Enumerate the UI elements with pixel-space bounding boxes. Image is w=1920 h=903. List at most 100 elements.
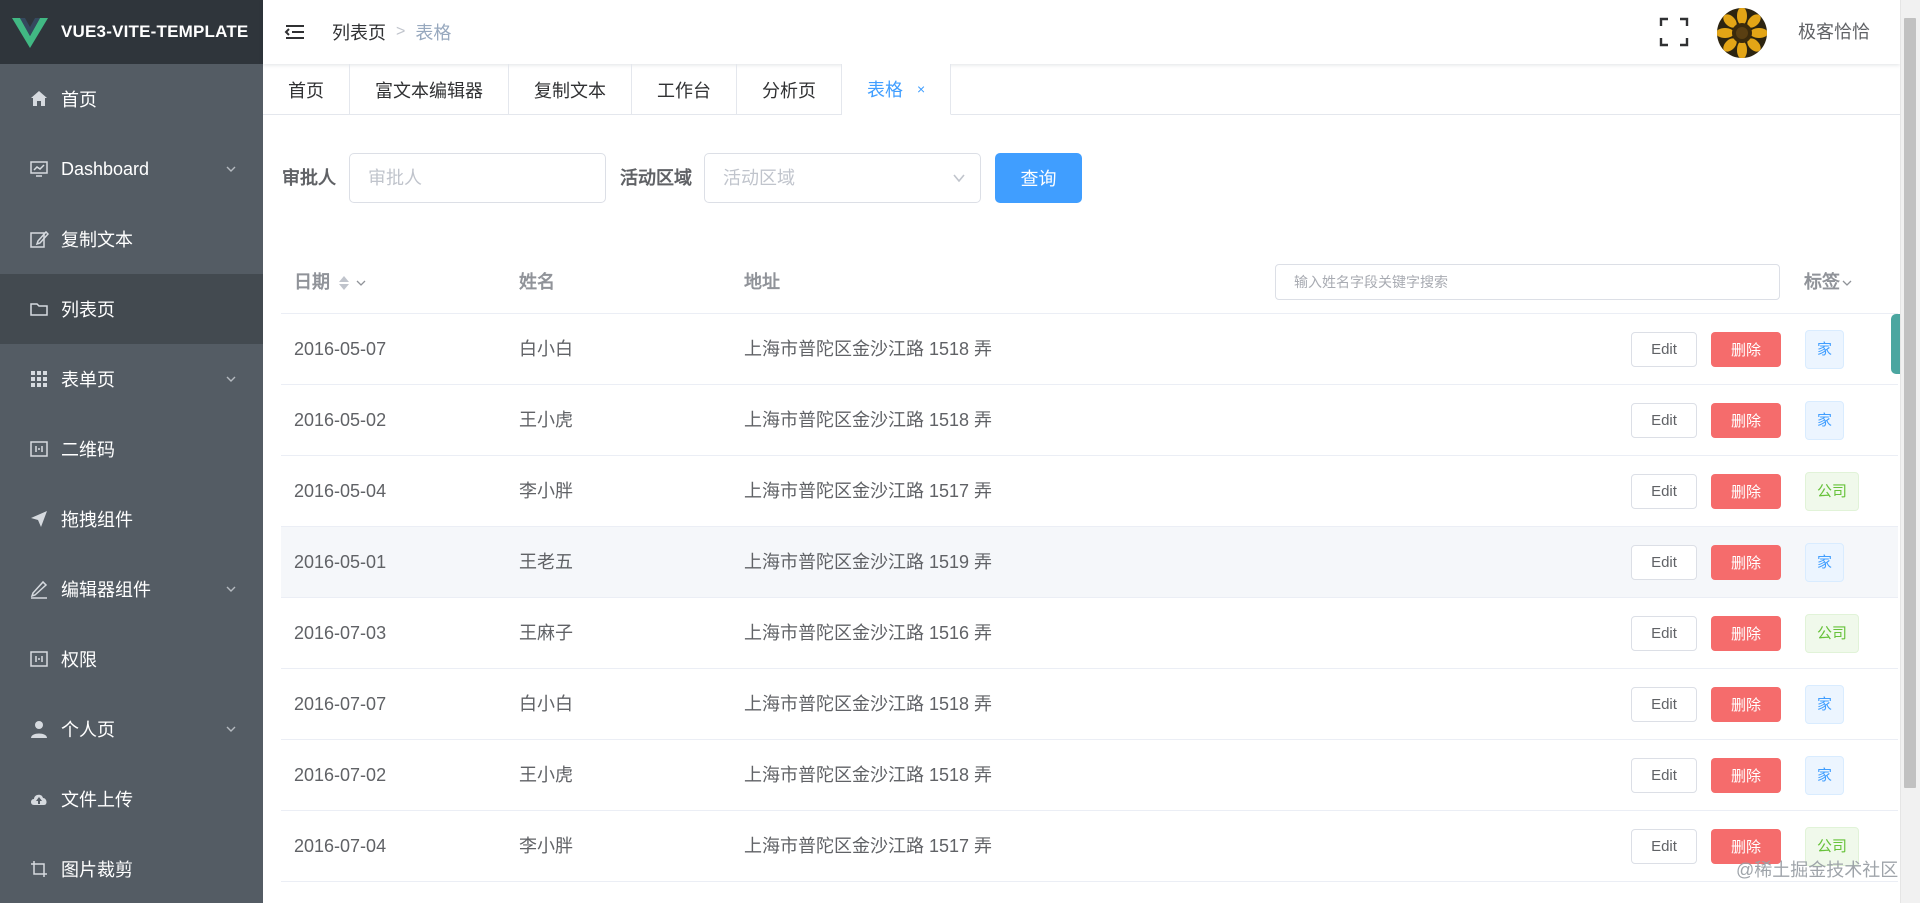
sidebar-item-8[interactable]: 权限 <box>0 624 263 694</box>
grid-icon <box>29 369 49 389</box>
edit-button[interactable]: Edit <box>1631 403 1697 438</box>
cell-date: 2016-05-02 <box>294 410 387 430</box>
sidebar-item-6[interactable]: 拖拽组件 <box>0 484 263 554</box>
edit-button[interactable]: Edit <box>1631 474 1697 509</box>
column-header-tag[interactable]: 标签 <box>1804 250 1852 314</box>
delete-button[interactable]: 删除 <box>1711 758 1781 793</box>
hamburger-icon[interactable] <box>283 20 307 44</box>
approver-label: 审批人 <box>282 168 336 188</box>
table-row[interactable]: 2016-05-01 王老五 上海市普陀区金沙江路 1519 弄 Edit 删除家 <box>281 527 1898 598</box>
table-row[interactable]: 2016-07-03 王麻子 上海市普陀区金沙江路 1516 弄 Edit 删除 公司 <box>281 598 1898 669</box>
close-icon[interactable]: × <box>917 81 925 97</box>
tag-badge: 家 <box>1805 330 1845 369</box>
column-header-date[interactable]: 日期 <box>294 250 366 314</box>
edit-button[interactable]: Edit <box>1631 545 1697 580</box>
send-icon <box>29 509 49 529</box>
table-row[interactable]: 2016-07-04 李小胖 上海市普陀区金沙江路 1517 弄 Edit 删除 公司 <box>281 811 1898 882</box>
tab-0[interactable]: 首页 <box>263 64 350 115</box>
edit-button[interactable]: Edit <box>1631 687 1697 722</box>
table-row[interactable]: 2016-05-04 李小胖 上海市普陀区金沙江路 1517 弄 Edit 删除 公司 <box>281 456 1898 527</box>
chevron-down-icon <box>226 726 236 732</box>
cell-address: 上海市普陀区金沙江路 1517 弄 <box>744 836 993 856</box>
cell-name: 李小胖 <box>519 481 573 501</box>
logo-bar[interactable]: VUE3-VITE-TEMPLATE <box>0 0 263 64</box>
delete-button[interactable]: 删除 <box>1711 403 1781 438</box>
user-icon <box>29 719 49 739</box>
vue-logo-icon <box>12 18 48 48</box>
table-body: 2016-05-07 白小白 上海市普陀区金沙江路 1518 弄 Edit 删除家 201… <box>281 314 1898 882</box>
table-row[interactable]: 2016-05-07 白小白 上海市普陀区金沙江路 1518 弄 Edit 删除家 <box>281 314 1898 385</box>
sidebar-item-9[interactable]: 个人页 <box>0 694 263 764</box>
chevron-down-icon <box>226 586 236 592</box>
avatar[interactable] <box>1717 8 1767 58</box>
crop-icon <box>29 859 49 879</box>
cell-date: 2016-05-01 <box>294 552 387 572</box>
breadcrumb-item-table: 表格 <box>415 23 452 43</box>
column-header-tag-label: 标签 <box>1804 272 1840 292</box>
region-select[interactable]: 活动区域 <box>704 153 981 203</box>
edit-button[interactable]: Edit <box>1631 758 1697 793</box>
cell-date: 2016-07-04 <box>294 836 387 856</box>
column-header-name: 姓名 <box>519 272 555 292</box>
edit-button[interactable]: Edit <box>1631 332 1697 367</box>
tab-1[interactable]: 富文本编辑器 <box>350 64 509 115</box>
sidebar-item-1[interactable]: Dashboard <box>0 134 263 204</box>
delete-button[interactable]: 删除 <box>1711 545 1781 580</box>
filter-chevron-down-icon[interactable] <box>1842 278 1852 288</box>
sidebar-item-3[interactable]: 列表页 <box>0 274 263 344</box>
delete-button[interactable]: 删除 <box>1711 474 1781 509</box>
sidebar-item-7[interactable]: 编辑器组件 <box>0 554 263 624</box>
sidebar-item-2[interactable]: 复制文本 <box>0 204 263 274</box>
filter-chevron-down-icon[interactable] <box>356 278 366 288</box>
approver-input[interactable] <box>349 153 606 203</box>
cell-address: 上海市普陀区金沙江路 1518 弄 <box>744 339 993 359</box>
cell-name: 李小胖 <box>519 836 573 856</box>
sidebar-item-label: 表单页 <box>61 370 115 390</box>
logo-text: VUE3-VITE-TEMPLATE <box>61 22 249 41</box>
tab-label: 复制文本 <box>534 80 606 101</box>
delete-button[interactable]: 删除 <box>1711 332 1781 367</box>
chevron-down-icon <box>226 166 236 172</box>
tab-5[interactable]: 表格 × <box>842 64 952 115</box>
tab-4[interactable]: 分析页 <box>737 64 842 115</box>
filter-form: 审批人 活动区域 活动区域 查询 <box>263 115 1900 235</box>
sidebar-item-label: Dashboard <box>61 158 150 179</box>
settings-drawer-handle[interactable] <box>1891 314 1900 374</box>
tab-label: 工作台 <box>657 80 711 101</box>
data-table: 日期 姓名 地址 标签 2016-05-07白小白上海市普陀区金沙江路 1518… <box>281 250 1898 882</box>
column-header-date-label: 日期 <box>294 272 330 292</box>
breadcrumb-separator: > <box>396 23 406 40</box>
tab-label: 富文本编辑器 <box>375 80 483 101</box>
cell-address: 上海市普陀区金沙江路 1517 弄 <box>744 481 993 501</box>
edit-button[interactable]: Edit <box>1631 616 1697 651</box>
sidebar-item-label: 列表页 <box>61 300 115 320</box>
sidebar-item-11[interactable]: 图片裁剪 <box>0 834 263 903</box>
edit-button[interactable]: Edit <box>1631 829 1697 864</box>
breadcrumb-item-list[interactable]: 列表页 <box>332 19 386 45</box>
delete-button[interactable]: 删除 <box>1711 687 1781 722</box>
sidebar-item-label: 二维码 <box>61 440 115 460</box>
query-button[interactable]: 查询 <box>995 153 1082 203</box>
home-icon <box>29 89 49 109</box>
sidebar-item-label: 编辑器组件 <box>61 580 151 600</box>
delete-button[interactable]: 删除 <box>1711 616 1781 651</box>
fullscreen-icon[interactable] <box>1659 17 1689 47</box>
scrollbar-thumb[interactable] <box>1904 18 1916 788</box>
username[interactable]: 极客恰恰 <box>1798 0 1870 64</box>
sidebar-item-0[interactable]: 首页 <box>0 64 263 134</box>
tags-view: 首页 富文本编辑器 复制文本 工作台 分析页 表格 × <box>263 64 1900 115</box>
sidebar-item-5[interactable]: 二维码 <box>0 414 263 484</box>
cell-date: 2016-05-07 <box>294 339 387 359</box>
sidebar-item-4[interactable]: 表单页 <box>0 344 263 414</box>
dashboard-icon <box>29 159 49 179</box>
table-row[interactable]: 2016-07-02 王小虎 上海市普陀区金沙江路 1518 弄 Edit 删除家 <box>281 740 1898 811</box>
tab-2[interactable]: 复制文本 <box>509 64 632 115</box>
sidebar-item-label: 个人页 <box>61 720 115 740</box>
sidebar-item-10[interactable]: 文件上传 <box>0 764 263 834</box>
cell-name: 白小白 <box>519 339 573 359</box>
table-row[interactable]: 2016-05-02 王小虎 上海市普陀区金沙江路 1518 弄 Edit 删除家 <box>281 385 1898 456</box>
table-row[interactable]: 2016-07-07 白小白 上海市普陀区金沙江路 1518 弄 Edit 删除家 <box>281 669 1898 740</box>
keyword-search-input[interactable] <box>1275 264 1780 300</box>
tab-3[interactable]: 工作台 <box>632 64 737 115</box>
sort-caret-icon[interactable] <box>338 274 350 292</box>
